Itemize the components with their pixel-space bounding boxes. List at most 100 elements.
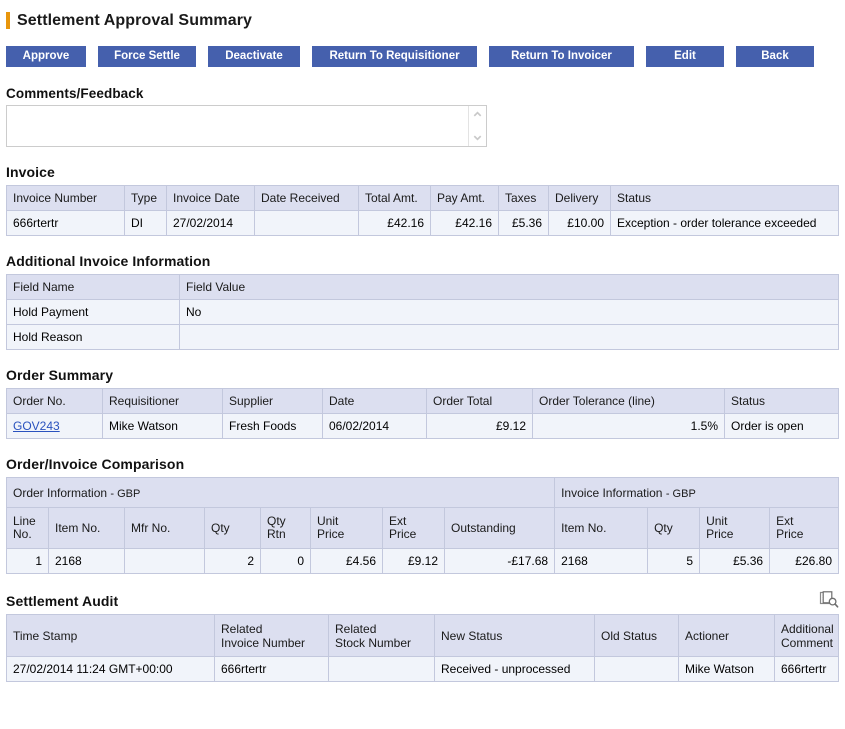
cell-order-unit-price: £4.56 <box>310 548 383 574</box>
col-related-stock-number-l2: Stock Number <box>335 635 412 650</box>
col-related-invoice-number: Related Invoice Number <box>214 614 329 657</box>
col-actioner: Actioner <box>678 614 775 657</box>
comments-scrollbar[interactable] <box>468 106 486 146</box>
return-to-requisitioner-button[interactable]: Return To Requisitioner <box>312 46 477 67</box>
cell-order-ext-price: £9.12 <box>382 548 445 574</box>
col-supplier: Supplier <box>222 388 323 414</box>
cell-supplier: Fresh Foods <box>222 413 323 439</box>
col-qty-rtn-l2: Rtn <box>267 527 286 541</box>
invoice-heading: Invoice <box>6 164 55 180</box>
col-additional-comment: Additional Comment <box>774 614 839 657</box>
col-new-status: New Status <box>434 614 595 657</box>
cell-invoice-date: 27/02/2014 <box>166 210 255 236</box>
cell-line-no: 1 <box>6 548 49 574</box>
cell-date: 06/02/2014 <box>322 413 427 439</box>
col-type: Type <box>124 185 167 211</box>
chevron-down-icon[interactable] <box>472 132 483 143</box>
col-invoice-unit-price: Unit Price <box>699 507 771 549</box>
cell-new-status: Received - unprocessed <box>434 656 595 682</box>
col-order-no: Order No. <box>6 388 103 414</box>
cell-outstanding: -£17.68 <box>443 548 556 574</box>
col-additional-comment-l1: Additional <box>781 621 834 636</box>
cell-taxes: £5.36 <box>498 210 549 236</box>
cell-order-no: GOV243 <box>6 413 103 439</box>
col-order-item-no: Item No. <box>48 507 125 549</box>
col-taxes: Taxes <box>498 185 549 211</box>
col-invoice-ext-price-l2: Price <box>776 527 804 541</box>
cell-invoice-ext-price: £26.80 <box>769 548 839 574</box>
table-row: 666rtertr DI 27/02/2014 £42.16 £42.16 £5… <box>6 210 839 236</box>
cell-time-stamp: 27/02/2014 11:24 GMT+00:00 <box>6 656 215 682</box>
settlement-audit-header-row: Settlement Audit <box>6 591 839 609</box>
col-order-ext-price-l2: Price <box>389 527 417 541</box>
group-header-invoice-label: Invoice Information <box>561 485 663 500</box>
additional-invoice-information-table: Field Name Field Value Hold Payment No H… <box>6 274 839 350</box>
col-requisitioner: Requisitioner <box>102 388 223 414</box>
comments-input[interactable] <box>7 106 486 146</box>
invoice-table: Invoice Number Type Invoice Date Date Re… <box>6 185 839 236</box>
cell-additional-comment: 666rtertr <box>774 656 839 682</box>
col-invoice-number: Invoice Number <box>6 185 125 211</box>
additional-invoice-information-heading: Additional Invoice Information <box>6 253 211 269</box>
col-outstanding: Outstanding <box>443 507 556 549</box>
col-field-value: Field Value <box>179 274 839 300</box>
col-invoice-unit-price-l2: Price <box>706 527 734 541</box>
col-order-qty: Qty <box>204 507 261 549</box>
cell-delivery: £10.00 <box>548 210 611 236</box>
table-row: Hold Payment No <box>6 299 839 325</box>
col-additional-comment-l2: Comment <box>781 635 834 650</box>
col-order-total: Order Total <box>426 388 533 414</box>
cell-related-stock-number <box>328 656 435 682</box>
cell-field-name: Hold Reason <box>6 324 180 350</box>
return-to-invoicer-button[interactable]: Return To Invoicer <box>489 46 634 67</box>
cell-related-invoice-number: 666rtertr <box>214 656 329 682</box>
col-mfr-no: Mfr No. <box>124 507 205 549</box>
col-invoice-ext-price: Ext Price <box>769 507 839 549</box>
cell-requisitioner: Mike Watson <box>102 413 223 439</box>
cell-status: Exception - order tolerance exceeded <box>610 210 839 236</box>
force-settle-button[interactable]: Force Settle <box>98 46 196 67</box>
settlement-approval-page: Settlement Approval Summary Approve Forc… <box>0 0 845 682</box>
group-header-order-information: Order Information - GBP <box>5 477 556 508</box>
col-related-invoice-number-l1: Related <box>221 621 263 636</box>
col-order-tolerance: Order Tolerance (line) <box>532 388 725 414</box>
group-header-order-currency: - GBP <box>110 487 141 500</box>
col-pay-amt: Pay Amt. <box>430 185 499 211</box>
settlement-audit-header-row-cells: Time Stamp Related Invoice Number Relate… <box>6 614 839 657</box>
order-number-link[interactable]: GOV243 <box>13 419 60 433</box>
col-qty-rtn: Qty Rtn <box>260 507 311 549</box>
approve-button[interactable]: Approve <box>6 46 86 67</box>
table-row: 1 2168 2 0 £4.56 £9.12 -£17.68 2168 5 £5… <box>6 548 839 574</box>
col-related-invoice-number-l2: Invoice Number <box>221 635 306 650</box>
settlement-audit-table: Time Stamp Related Invoice Number Relate… <box>6 614 839 682</box>
cell-invoice-number: 666rtertr <box>6 210 125 236</box>
col-order-unit-price: Unit Price <box>310 507 383 549</box>
back-button[interactable]: Back <box>736 46 814 67</box>
deactivate-button[interactable]: Deactivate <box>208 46 300 67</box>
action-button-bar: Approve Force Settle Deactivate Return T… <box>6 46 839 68</box>
page-title: Settlement Approval Summary <box>17 11 253 29</box>
col-total-amt: Total Amt. <box>358 185 431 211</box>
col-field-name: Field Name <box>6 274 180 300</box>
order-summary-header-row: Order No. Requisitioner Supplier Date Or… <box>6 388 839 414</box>
order-summary-heading: Order Summary <box>6 367 114 383</box>
chevron-up-icon[interactable] <box>472 109 483 120</box>
col-line-no: Line No. <box>6 507 49 549</box>
col-date: Date <box>322 388 427 414</box>
col-invoice-date: Invoice Date <box>166 185 255 211</box>
col-time-stamp: Time Stamp <box>6 614 215 657</box>
edit-button[interactable]: Edit <box>646 46 724 67</box>
cell-total-amt: £42.16 <box>358 210 431 236</box>
col-date-received: Date Received <box>254 185 359 211</box>
cell-field-value <box>179 324 839 350</box>
cell-order-total: £9.12 <box>426 413 533 439</box>
col-order-status: Status <box>724 388 839 414</box>
cell-order-status: Order is open <box>724 413 839 439</box>
order-invoice-comparison-heading: Order/Invoice Comparison <box>6 456 185 472</box>
col-order-unit-price-l2: Price <box>317 527 345 541</box>
table-row: Hold Reason <box>6 324 839 350</box>
order-invoice-comparison-table: Order Information - GBP Invoice Informat… <box>5 477 839 574</box>
document-search-icon[interactable] <box>819 591 839 609</box>
group-header-order-label: Order Information <box>13 485 108 500</box>
cell-invoice-item-no: 2168 <box>554 548 649 574</box>
